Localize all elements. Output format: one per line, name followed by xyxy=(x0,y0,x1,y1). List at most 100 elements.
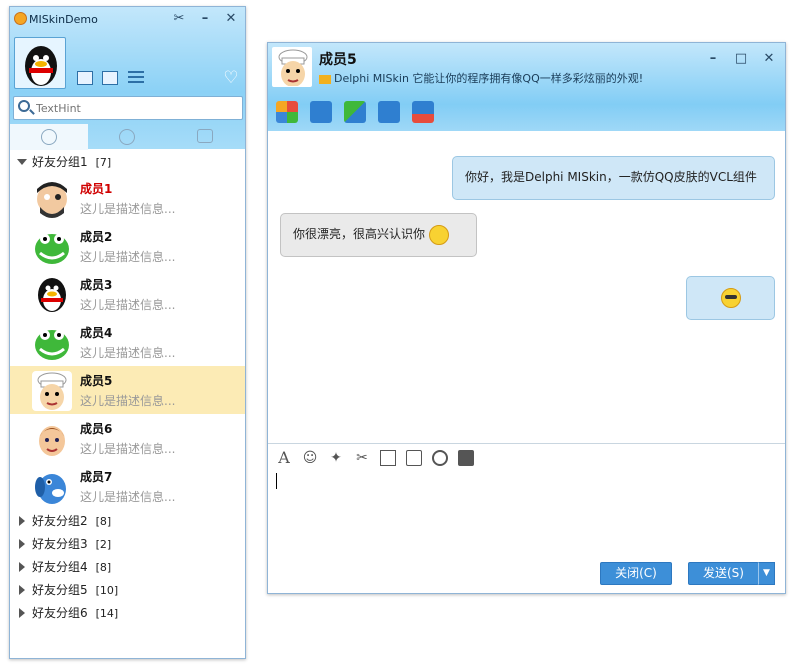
message-bubble-me: 你好，我是Delphi MISkin，一款仿QQ皮肤的VCL组件 xyxy=(452,156,775,200)
close-button[interactable]: ✕ xyxy=(222,11,240,27)
collapsed-arrow-icon xyxy=(19,516,25,526)
tab-contacts[interactable] xyxy=(10,124,88,150)
tab-groups[interactable] xyxy=(88,124,166,150)
minimize-button[interactable]: – xyxy=(704,51,722,67)
group-header[interactable]: 好友分组2 [8] xyxy=(10,510,245,533)
green-dino-avatar xyxy=(32,323,72,363)
list-item[interactable]: 成员2 这儿是描述信息... xyxy=(10,222,245,270)
send-options-chevron-down-icon[interactable]: ▼ xyxy=(758,562,775,585)
group-header[interactable]: 好友分组1 [7] xyxy=(10,151,245,174)
list-item[interactable]: 成员4 这儿是描述信息... xyxy=(10,318,245,366)
chat-header: 成员5 Delphi MISkin 它能让你的程序拥有像QQ一样多彩炫丽的外观!… xyxy=(268,43,785,131)
message-text: 你很漂亮，很高兴认识你 xyxy=(293,227,426,241)
group-count: [8] xyxy=(95,561,112,574)
member-desc: 这儿是描述信息... xyxy=(80,346,176,360)
contact-signature: Delphi MISkin 它能让你的程序拥有像QQ一样多彩炫丽的外观! xyxy=(319,70,643,86)
group-header[interactable]: 好友分组6 [14] xyxy=(10,602,245,625)
share-screen-icon[interactable] xyxy=(344,101,366,123)
member-desc: 这儿是描述信息... xyxy=(80,202,176,216)
pirate-avatar xyxy=(32,179,72,219)
message-input[interactable] xyxy=(272,473,780,553)
contact-icon xyxy=(41,129,57,145)
group-name: 好友分组6 xyxy=(32,606,88,620)
image-icon[interactable] xyxy=(380,450,396,466)
green-dino-avatar xyxy=(32,227,72,267)
editor-toolbar: A ☺ ✦ ✂ xyxy=(268,445,785,471)
expanded-arrow-icon xyxy=(17,159,27,165)
member-desc: 这儿是描述信息... xyxy=(80,442,176,456)
group-icon xyxy=(119,129,135,145)
history-icon[interactable] xyxy=(458,450,474,466)
chef-avatar xyxy=(32,371,72,411)
member-name: 成员2 xyxy=(80,230,113,244)
group-name: 好友分组1 xyxy=(32,155,88,169)
group-name: 好友分组2 xyxy=(32,514,88,528)
font-icon[interactable]: A xyxy=(276,450,292,466)
main-window: MISkinDemo ✂ – ✕ ♡ TextHint 好友分组1 [7] 成员… xyxy=(9,6,246,659)
minimize-button[interactable]: – xyxy=(196,11,214,27)
list-item[interactable]: 成员6 这儿是描述信息... xyxy=(10,414,245,462)
member-name: 成员6 xyxy=(80,422,113,436)
list-view-icon[interactable] xyxy=(128,71,144,85)
member-name: 成员1 xyxy=(80,182,113,196)
app-logo-icon xyxy=(14,12,27,25)
close-chat-button[interactable]: 关闭(C) xyxy=(600,562,672,585)
collapsed-arrow-icon xyxy=(19,608,25,618)
group-name: 好友分组4 xyxy=(32,560,88,574)
message-text: 你好，我是Delphi MISkin，一款仿QQ皮肤的VCL组件 xyxy=(465,170,757,184)
member-name: 成员5 xyxy=(80,374,113,388)
member-desc: 这儿是描述信息... xyxy=(80,250,176,264)
crown-icon xyxy=(319,74,331,84)
briefcase-icon[interactable] xyxy=(406,450,422,466)
main-header: MISkinDemo ✂ – ✕ ♡ xyxy=(10,7,245,150)
friend-list: 好友分组1 [7] 成员1 这儿是描述信息... 成员2 这儿是描述信息... xyxy=(10,151,245,625)
group-count: [10] xyxy=(95,584,119,597)
group-count: [2] xyxy=(95,538,112,551)
folder-icon[interactable] xyxy=(310,101,332,123)
group-name: 好友分组5 xyxy=(32,583,88,597)
tab-recent[interactable] xyxy=(166,124,244,150)
collapsed-arrow-icon xyxy=(19,539,25,549)
skin-shirt-icon[interactable]: ✂ xyxy=(170,11,188,27)
group-header[interactable]: 好友分组4 [8] xyxy=(10,556,245,579)
list-item[interactable]: 成员1 这儿是描述信息... xyxy=(10,174,245,222)
member-desc: 这儿是描述信息... xyxy=(80,490,176,504)
apps-icon[interactable] xyxy=(276,101,298,123)
message-bubble-me xyxy=(686,276,775,320)
remove-user-icon[interactable] xyxy=(412,101,434,123)
list-item[interactable]: 成员7 这儿是描述信息... xyxy=(10,462,245,510)
list-item[interactable]: 成员3 这儿是描述信息... xyxy=(10,270,245,318)
chat-window: 成员5 Delphi MISkin 它能让你的程序拥有像QQ一样多彩炫丽的外观!… xyxy=(267,42,786,594)
scissors-icon[interactable]: ✂ xyxy=(354,450,370,466)
search-icon xyxy=(18,100,30,112)
search-box[interactable] xyxy=(13,96,243,120)
maximize-button[interactable]: □ xyxy=(732,51,750,67)
cool-emoji-icon xyxy=(720,287,741,308)
collapsed-arrow-icon xyxy=(19,562,25,572)
group-name: 好友分组3 xyxy=(32,537,88,551)
member-name: 成员7 xyxy=(80,470,113,484)
search-input[interactable] xyxy=(36,100,236,116)
penguin-avatar xyxy=(32,275,72,315)
group-header[interactable]: 好友分组3 [2] xyxy=(10,533,245,556)
user-avatar[interactable] xyxy=(14,37,66,89)
clock-icon[interactable] xyxy=(432,450,448,466)
heart-icon[interactable]: ♡ xyxy=(221,70,241,87)
message-bubble-other: 你很漂亮，很高兴认识你 xyxy=(280,213,477,257)
app-title: MISkinDemo xyxy=(29,13,98,26)
group-count: [7] xyxy=(95,156,112,169)
screen-icon[interactable] xyxy=(102,71,118,85)
contact-card-icon[interactable] xyxy=(77,71,93,85)
magic-wand-icon[interactable]: ✦ xyxy=(328,450,344,466)
text-caret xyxy=(276,473,277,489)
group-count: [14] xyxy=(95,607,119,620)
group-header[interactable]: 好友分组5 [10] xyxy=(10,579,245,602)
send-button[interactable]: 发送(S) xyxy=(688,562,759,585)
emoji-icon[interactable]: ☺ xyxy=(302,450,318,466)
boy-avatar xyxy=(32,419,72,459)
close-button[interactable]: ✕ xyxy=(760,51,778,67)
add-chat-icon[interactable] xyxy=(378,101,400,123)
signature-text: Delphi MISkin 它能让你的程序拥有像QQ一样多彩炫丽的外观! xyxy=(334,72,644,85)
contact-avatar[interactable] xyxy=(272,47,312,87)
list-item[interactable]: 成员5 这儿是描述信息... xyxy=(10,366,245,414)
